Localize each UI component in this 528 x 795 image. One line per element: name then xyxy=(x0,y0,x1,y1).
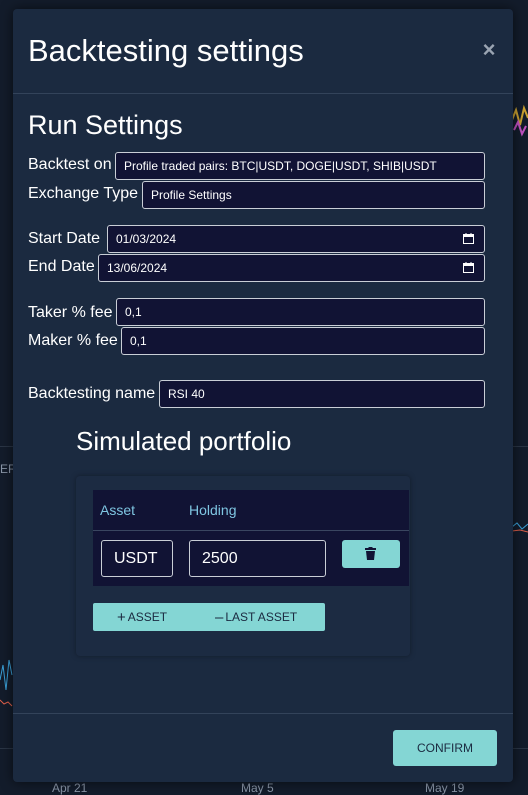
asset-input[interactable]: USDT xyxy=(101,540,173,577)
simulated-portfolio-title: Simulated portfolio xyxy=(76,426,292,456)
backtest-on-select[interactable]: Profile traded pairs: BTC|USDT, DOGE|USD… xyxy=(115,152,485,180)
chart-fragment-right xyxy=(512,104,528,137)
backtest-on-label: Backtest on xyxy=(28,156,112,173)
modal-title: Backtesting settings xyxy=(28,33,304,68)
portfolio-button-group: + ASSET – LAST ASSET xyxy=(93,603,325,631)
portfolio-table: Asset Holding USDT 2500 xyxy=(93,490,409,586)
calendar-icon[interactable] xyxy=(463,233,474,244)
modal-footer-divider xyxy=(13,713,513,714)
close-icon[interactable]: × xyxy=(480,39,498,61)
backtesting-name-label: Backtesting name xyxy=(28,385,156,402)
chart-fragment-right-lower xyxy=(512,522,528,533)
plus-icon: + xyxy=(117,609,126,626)
holding-column-header: Holding xyxy=(189,502,237,518)
start-date-input[interactable]: 01/03/2024 xyxy=(107,225,485,253)
chart-axis-label: May 5 xyxy=(241,781,274,795)
end-date-input[interactable]: 13/06/2024 xyxy=(98,254,485,282)
end-date-label: End Date xyxy=(28,258,95,275)
add-asset-button[interactable]: + ASSET xyxy=(117,603,167,631)
chart-fragment-left xyxy=(0,659,13,707)
maker-fee-input[interactable]: 0,1 xyxy=(121,327,485,355)
minus-icon: – xyxy=(215,609,224,626)
backtesting-name-input[interactable]: RSI 40 xyxy=(159,380,485,408)
delete-asset-button[interactable] xyxy=(342,540,400,568)
holding-input[interactable]: 2500 xyxy=(189,540,326,577)
modal-header: Backtesting settings × xyxy=(13,9,513,94)
confirm-button[interactable]: CONFIRM xyxy=(393,730,497,766)
trash-icon xyxy=(365,547,376,560)
start-date-value: 01/03/2024 xyxy=(116,232,177,246)
start-date-label: Start Date xyxy=(28,230,101,247)
portfolio-table-header: Asset Holding xyxy=(93,490,409,531)
taker-fee-input[interactable]: 0,1 xyxy=(116,298,485,326)
calendar-icon[interactable] xyxy=(463,262,474,273)
chart-axis-label: Apr 21 xyxy=(52,781,88,795)
exchange-type-select[interactable]: Profile Settings xyxy=(142,181,485,209)
exchange-type-label: Exchange Type xyxy=(28,185,139,202)
remove-last-asset-label: LAST ASSET xyxy=(225,610,298,624)
remove-last-asset-button[interactable]: – LAST ASSET xyxy=(215,603,297,631)
end-date-value: 13/06/2024 xyxy=(107,261,168,275)
taker-fee-label: Taker % fee xyxy=(28,304,113,321)
chart-axis-label: May 19 xyxy=(425,781,465,795)
add-asset-label: ASSET xyxy=(127,610,168,624)
backtesting-settings-modal: Backtesting settings × Run Settings Back… xyxy=(13,9,513,782)
run-settings-title: Run Settings xyxy=(28,110,183,140)
asset-column-header: Asset xyxy=(100,502,136,518)
maker-fee-label: Maker % fee xyxy=(28,332,118,349)
